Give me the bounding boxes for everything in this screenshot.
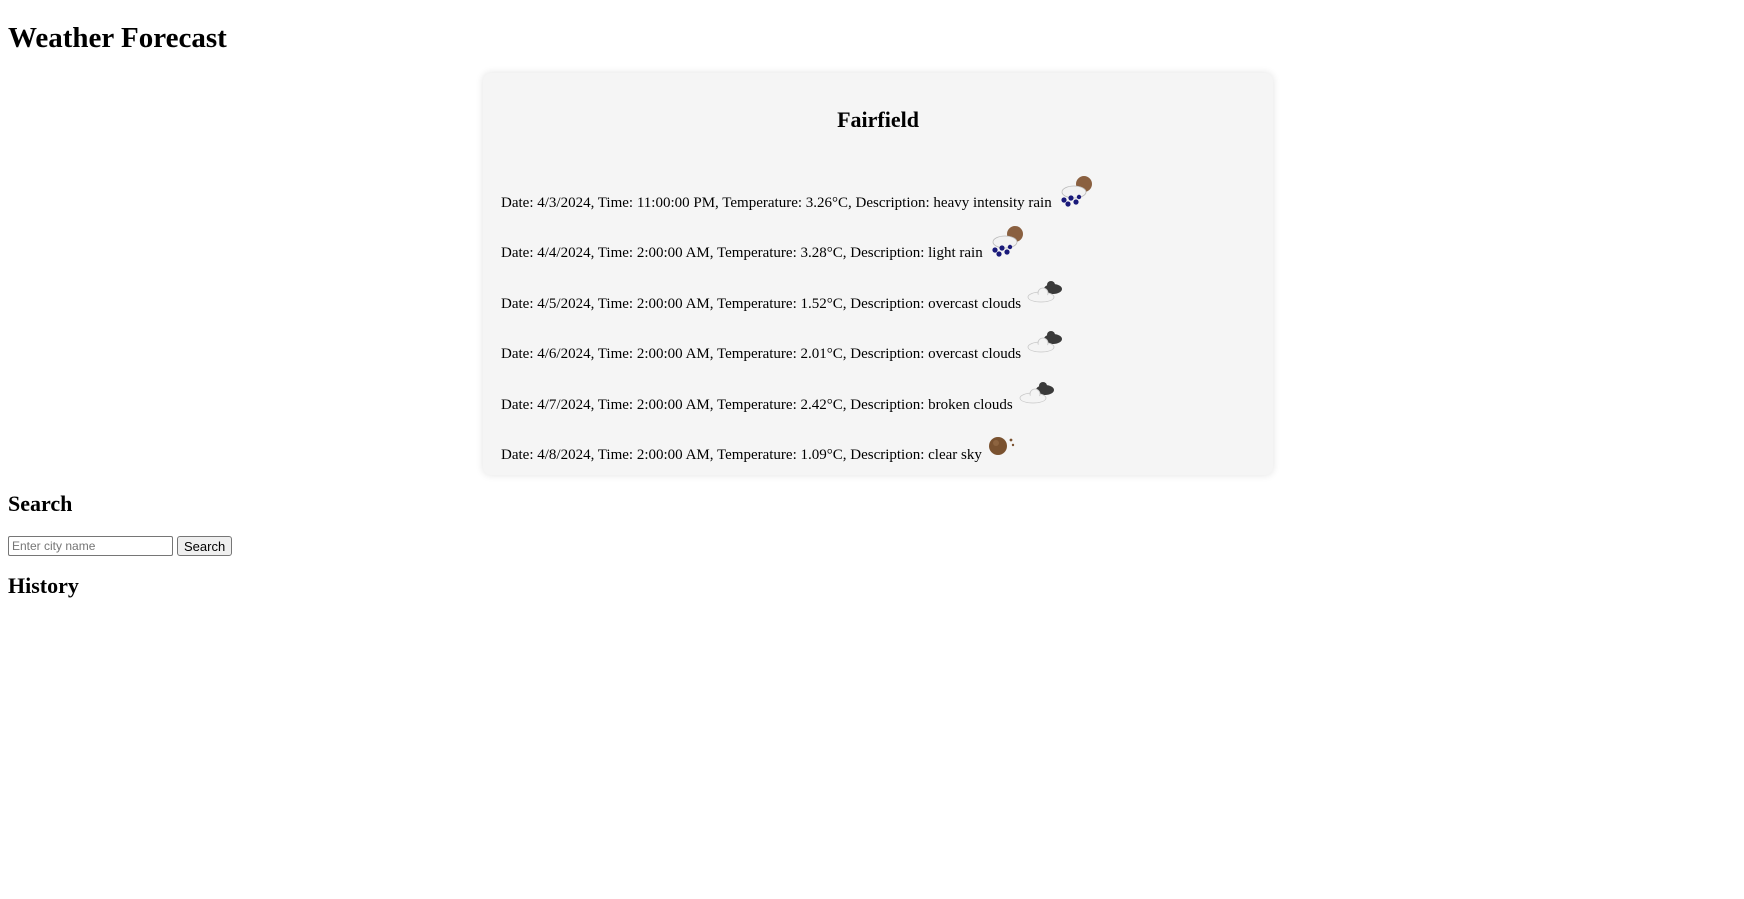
page-title: Weather Forecast [8, 22, 227, 54]
city-name: Fairfield [837, 107, 919, 132]
forecast-item: Date: 4/6/2024, Time: 2:00:00 AM, Temper… [501, 315, 1255, 366]
clear-night-icon [986, 424, 1028, 462]
clouds-icon [1017, 374, 1059, 412]
forecast-text: Date: 4/3/2024, Time: 11:00:00 PM, Tempe… [501, 194, 1052, 211]
forecast-text: Date: 4/7/2024, Time: 2:00:00 AM, Temper… [501, 396, 1013, 413]
forecast-item: Date: 4/5/2024, Time: 2:00:00 AM, Temper… [501, 264, 1255, 315]
history-heading: History [8, 573, 79, 598]
forecast-card: Fairfield Date: 4/3/2024, Time: 11:00:00… [483, 73, 1273, 475]
forecast-item: Date: 4/4/2024, Time: 2:00:00 AM, Temper… [501, 214, 1255, 265]
clouds-icon [1025, 323, 1067, 361]
forecast-item: Date: 4/8/2024, Time: 2:00:00 AM, Temper… [501, 416, 1255, 467]
forecast-text: Date: 4/5/2024, Time: 2:00:00 AM, Temper… [501, 295, 1022, 312]
forecast-item: Date: 4/7/2024, Time: 2:00:00 AM, Temper… [501, 365, 1255, 416]
rain-icon [1056, 172, 1098, 210]
search-form: Search [8, 536, 233, 556]
clouds-icon [1025, 273, 1067, 311]
search-heading: Search [8, 491, 73, 516]
search-button[interactable]: Search [177, 536, 233, 556]
forecast-text: Date: 4/8/2024, Time: 2:00:00 AM, Temper… [501, 447, 982, 463]
forecast-item: Date: 4/3/2024, Time: 11:00:00 PM, Tempe… [501, 163, 1255, 214]
city-search-input[interactable] [8, 536, 173, 556]
forecast-list: Date: 4/3/2024, Time: 11:00:00 PM, Tempe… [501, 163, 1255, 466]
forecast-text: Date: 4/6/2024, Time: 2:00:00 AM, Temper… [501, 346, 1022, 362]
rain-icon [987, 222, 1029, 260]
forecast-text: Date: 4/4/2024, Time: 2:00:00 AM, Temper… [501, 245, 983, 261]
